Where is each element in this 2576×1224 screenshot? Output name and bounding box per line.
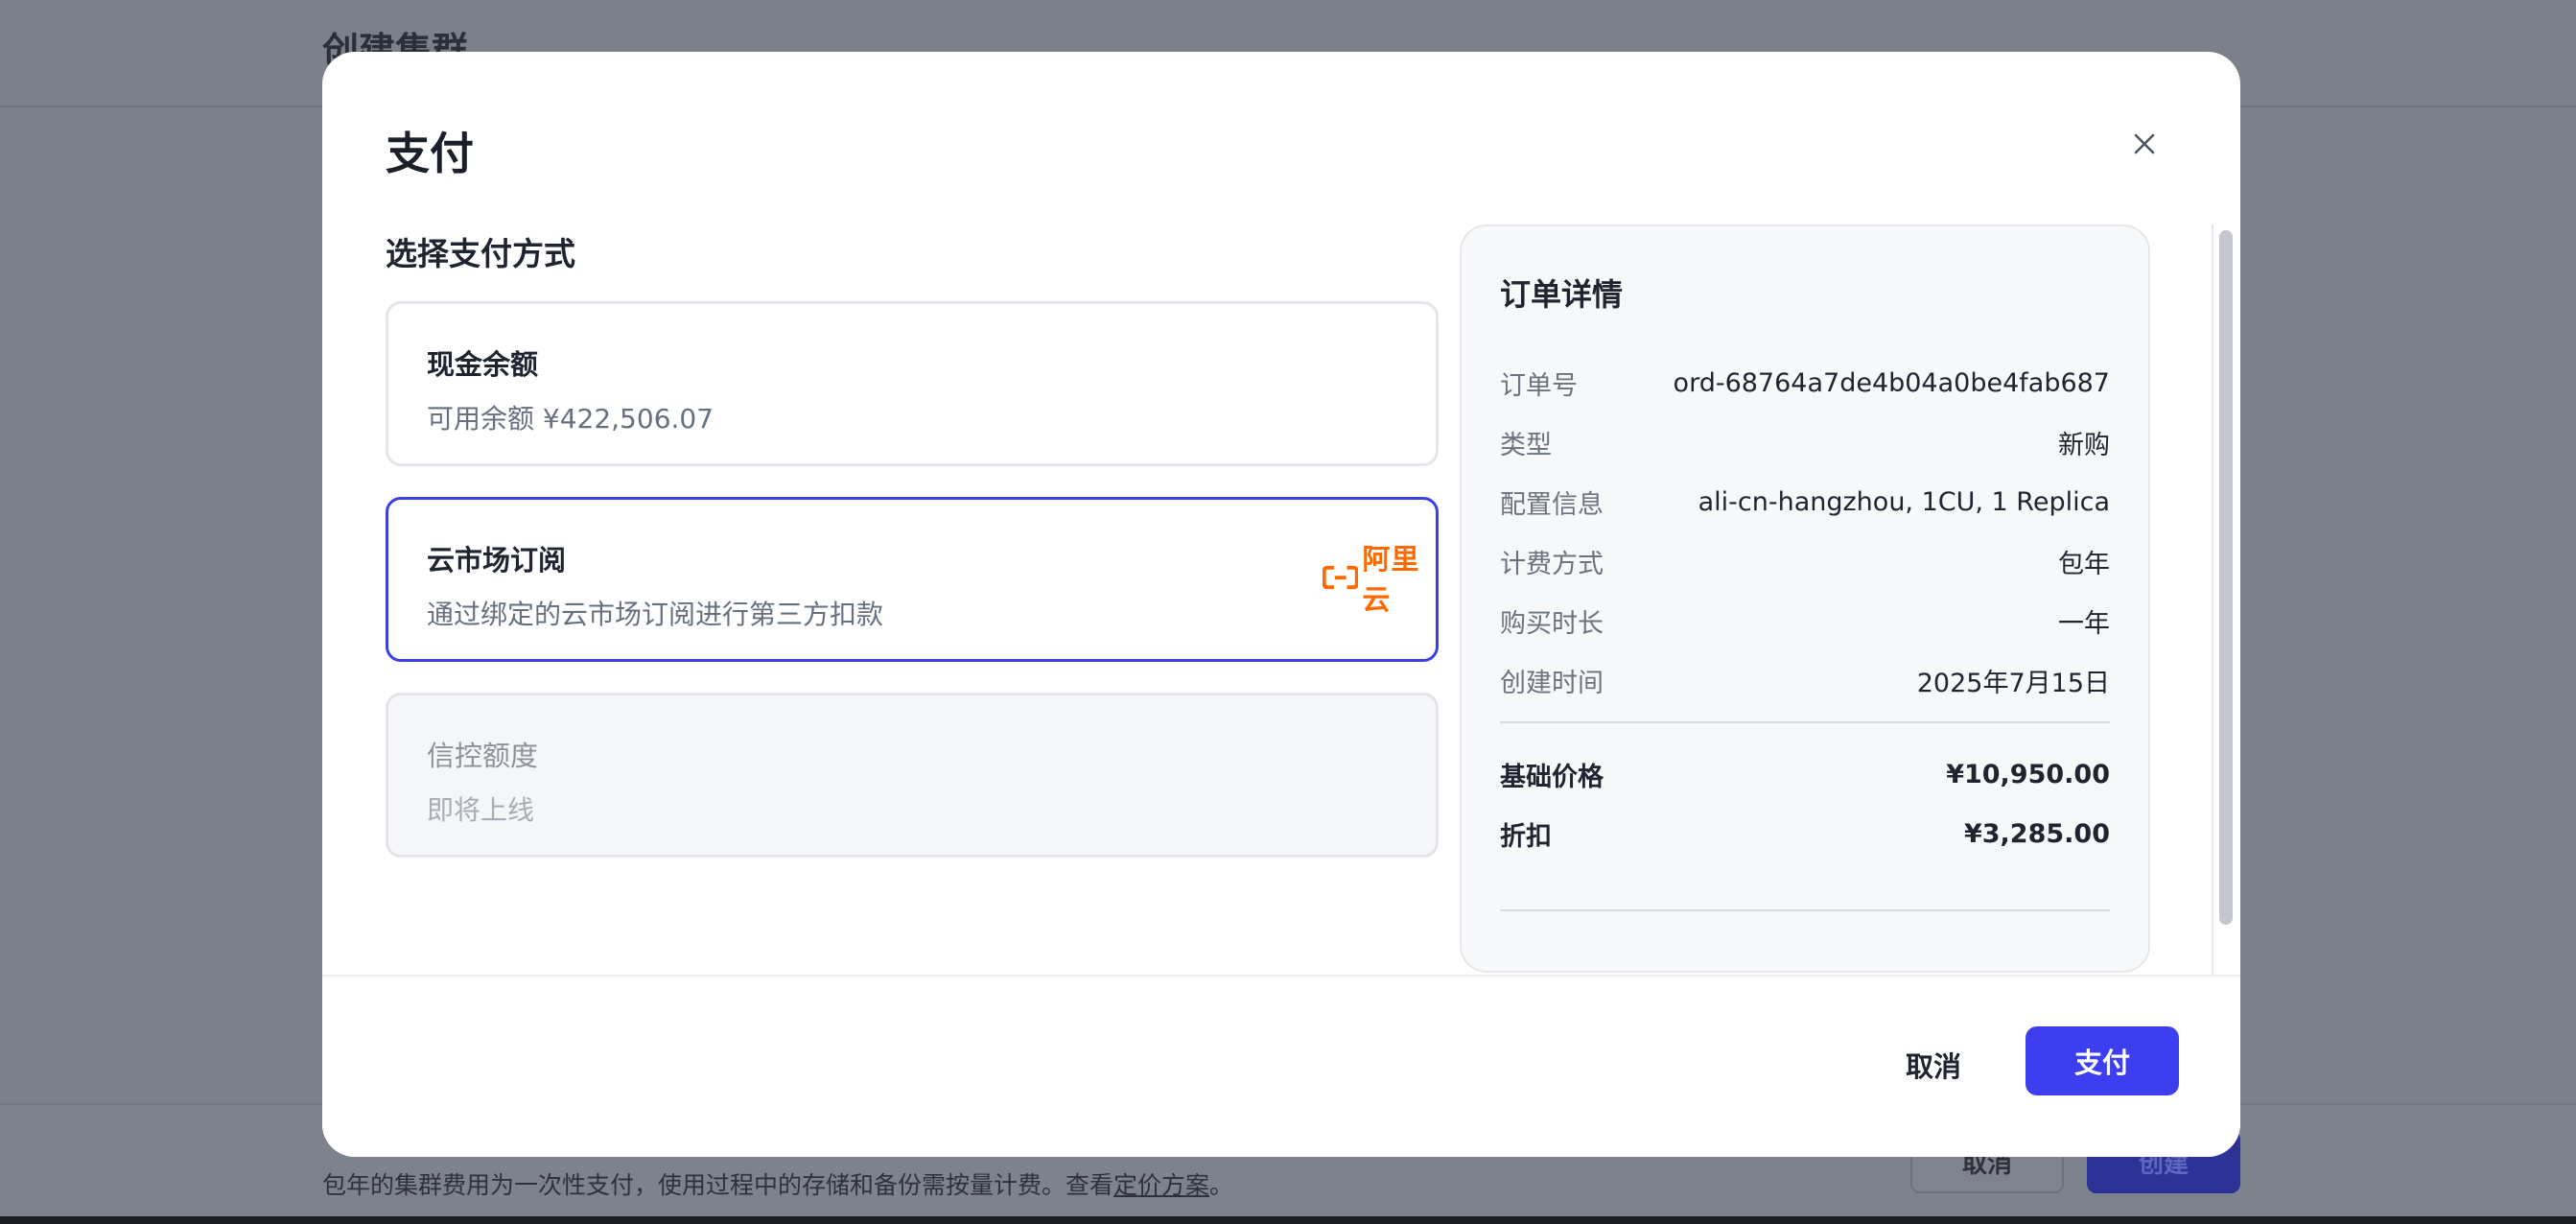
option-subtitle: 通过绑定的云市场订阅进行第三方扣款 bbox=[427, 599, 884, 630]
payment-option-cash-balance[interactable]: 现金余额 可用余额 ¥422,506.07 bbox=[386, 301, 1439, 466]
price-value: ¥3,285.00 bbox=[1963, 818, 2110, 849]
order-row-id: 订单号 ord-68764a7de4b04a0be4fab687 bbox=[1500, 353, 2110, 412]
order-row-value: ali-cn-hangzhou, 1CU, 1 Replica bbox=[1698, 486, 2110, 517]
order-details-title: 订单详情 bbox=[1500, 276, 1624, 313]
price-label: 折扣 bbox=[1500, 821, 1552, 852]
order-divider bbox=[1500, 909, 2110, 911]
bottom-strip bbox=[0, 1216, 2576, 1224]
price-list: 基础价格 ¥10,950.00 折扣 ¥3,285.00 bbox=[1500, 744, 2110, 863]
order-row-billing: 计费方式 包年 bbox=[1500, 531, 2110, 591]
pricing-plan-link[interactable]: 定价方案 bbox=[1113, 1171, 1209, 1199]
order-row-value: 包年 bbox=[2058, 549, 2110, 579]
pricing-note-suffix: 。 bbox=[1209, 1171, 1234, 1199]
pricing-note: 包年的集群费用为一次性支付，使用过程中的存储和备份需按量计费。查看定价方案。 bbox=[322, 1166, 1233, 1201]
order-details-list: 订单号 ord-68764a7de4b04a0be4fab687 类型 新购 配… bbox=[1500, 353, 2110, 710]
option-title: 云市场订阅 bbox=[427, 544, 567, 577]
order-row-label: 计费方式 bbox=[1500, 549, 1604, 579]
scrollbar-thumb[interactable] bbox=[2219, 230, 2233, 925]
price-row-discount: 折扣 ¥3,285.00 bbox=[1500, 804, 2110, 863]
cancel-button[interactable]: 取消 bbox=[1876, 1030, 1991, 1099]
aliyun-logo-icon bbox=[1323, 565, 1359, 590]
aliyun-logo: 阿里云 bbox=[1323, 543, 1436, 616]
pay-button[interactable]: 支付 bbox=[2026, 1026, 2179, 1095]
aliyun-logo-text: 阿里云 bbox=[1362, 543, 1420, 616]
order-divider bbox=[1500, 721, 2110, 723]
order-row-label: 订单号 bbox=[1500, 370, 1578, 401]
payment-option-marketplace[interactable]: 云市场订阅 通过绑定的云市场订阅进行第三方扣款 阿里云 bbox=[386, 497, 1439, 662]
price-label: 基础价格 bbox=[1500, 762, 1604, 792]
close-icon bbox=[2134, 133, 2155, 154]
order-row-label: 购买时长 bbox=[1500, 608, 1604, 639]
option-title: 现金余额 bbox=[427, 348, 539, 381]
order-row-label: 配置信息 bbox=[1500, 489, 1604, 520]
order-row-label: 创建时间 bbox=[1500, 668, 1604, 698]
order-details-panel: 订单详情 订单号 ord-68764a7de4b04a0be4fab687 类型… bbox=[1460, 224, 2150, 973]
modal-footer: 取消 支付 bbox=[322, 975, 2240, 1157]
order-row-value: 新购 bbox=[2058, 430, 2110, 460]
option-subtitle: 可用余额 ¥422,506.07 bbox=[427, 403, 714, 435]
order-row-config: 配置信息 ali-cn-hangzhou, 1CU, 1 Replica bbox=[1500, 472, 2110, 531]
order-row-value: 一年 bbox=[2058, 608, 2110, 639]
order-row-duration: 购买时长 一年 bbox=[1500, 591, 2110, 650]
price-value: ¥10,950.00 bbox=[1946, 759, 2110, 789]
order-row-value: 2025年7月15日 bbox=[1916, 668, 2110, 698]
payment-method-heading: 选择支付方式 bbox=[386, 235, 575, 272]
order-row-value: ord-68764a7de4b04a0be4fab687 bbox=[1673, 367, 2110, 398]
modal-title: 支付 bbox=[386, 128, 474, 179]
pricing-note-text: 包年的集群费用为一次性支付，使用过程中的存储和备份需按量计费。查看 bbox=[322, 1171, 1114, 1199]
option-subtitle: 即将上线 bbox=[427, 794, 535, 826]
close-button[interactable] bbox=[2125, 125, 2164, 163]
option-title: 信控额度 bbox=[427, 740, 539, 772]
order-row-created: 创建时间 2025年7月15日 bbox=[1500, 650, 2110, 710]
order-row-label: 类型 bbox=[1500, 430, 1552, 460]
payment-option-credit-limit: 信控额度 即将上线 bbox=[386, 693, 1439, 858]
order-row-type: 类型 新购 bbox=[1500, 412, 2110, 472]
payment-modal: 支付 选择支付方式 现金余额 可用余额 ¥422,506.07 云市场订阅 通过… bbox=[322, 52, 2240, 1157]
price-row-base: 基础价格 ¥10,950.00 bbox=[1500, 744, 2110, 804]
